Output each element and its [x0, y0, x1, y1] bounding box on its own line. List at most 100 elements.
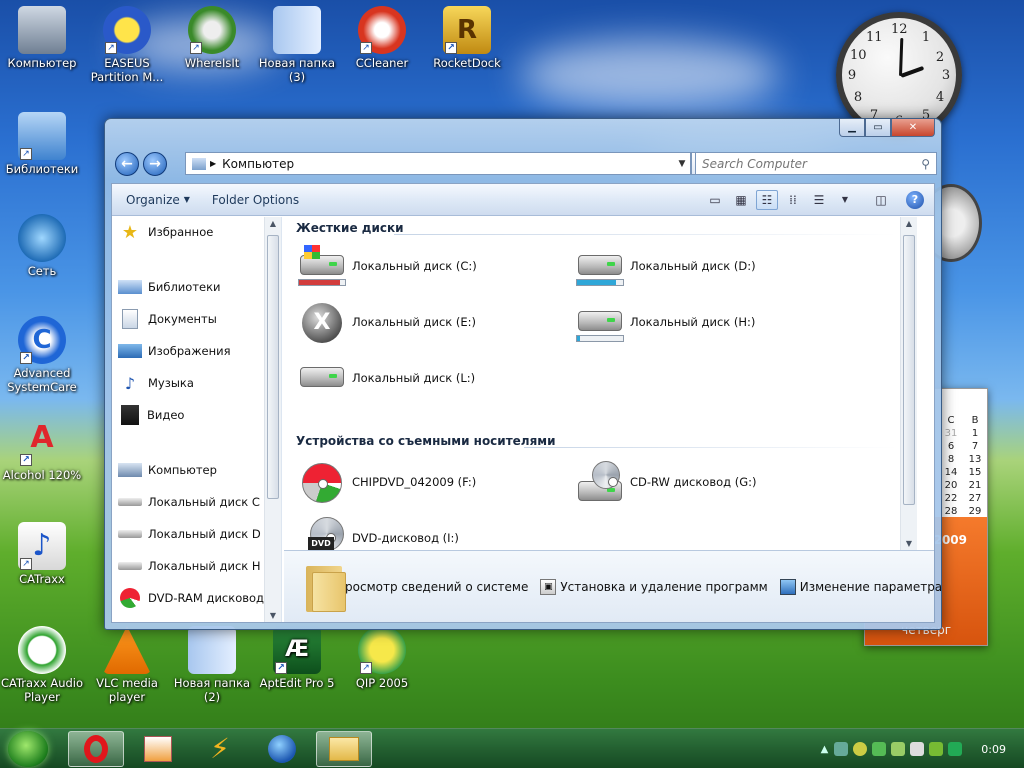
- taskbar-globe-button[interactable]: [254, 731, 310, 767]
- drive-c[interactable]: Локальный диск (C:): [298, 245, 477, 286]
- taskbar-clock[interactable]: 0:09: [981, 743, 1006, 756]
- drive-d[interactable]: Локальный диск (D:): [576, 245, 756, 286]
- start-button[interactable]: [8, 731, 48, 767]
- drive-icon: [298, 357, 346, 397]
- scroll-up-icon[interactable]: ▲: [265, 219, 281, 228]
- drive-icon: [118, 562, 142, 570]
- back-button[interactable]: ←: [115, 152, 139, 176]
- maximize-button[interactable]: ▭: [865, 119, 891, 137]
- desktop-icon-computer[interactable]: Компьютер: [0, 6, 84, 70]
- view-details-button[interactable]: ☰: [808, 190, 830, 210]
- command-bar: Organize ▼ Folder Options ▭ ▦ ☷ ⁞⁞ ☰ ▼ ◫ …: [112, 184, 934, 216]
- search-input[interactable]: [696, 156, 906, 171]
- nav-item-favorites[interactable]: ★ Избранное: [118, 221, 213, 243]
- nav-item-dvd-ram-f[interactable]: DVD-RAM дисковод F: [118, 587, 274, 609]
- nav-item-drive-d[interactable]: Локальный диск D: [118, 523, 261, 545]
- tray-app-icon[interactable]: [891, 742, 906, 756]
- nav-item-drive-h[interactable]: Локальный диск H: [118, 555, 261, 577]
- group-header-removable[interactable]: Устройства со съемными носителями: [296, 434, 556, 448]
- shortcut-arrow-icon: ↗: [360, 42, 372, 54]
- help-button[interactable]: ?: [906, 190, 924, 209]
- scroll-down-icon[interactable]: ▼: [901, 539, 917, 548]
- tray-app-icon[interactable]: [853, 742, 868, 756]
- tray-expand-icon[interactable]: ▲: [821, 744, 829, 755]
- taskbar-explorer-button[interactable]: [316, 731, 372, 767]
- drive-e[interactable]: X Локальный диск (E:): [298, 301, 476, 343]
- nav-scrollbar[interactable]: ▲ ▼: [264, 217, 281, 622]
- address-dropdown-icon[interactable]: ▼: [674, 159, 690, 169]
- desktop-icon-alcohol[interactable]: A ↗ Alcohol 120%: [0, 418, 84, 482]
- desktop-icon-network[interactable]: Сеть: [0, 214, 84, 278]
- content-scrollbar[interactable]: ▲ ▼: [900, 217, 917, 550]
- desktop-icon-rocketdock[interactable]: R ↗ RocketDock: [425, 6, 509, 70]
- nav-item-drive-c[interactable]: Локальный диск C: [118, 491, 260, 513]
- system-tray: ▲ 0:09: [821, 729, 1024, 768]
- nav-item-libraries[interactable]: Библиотеки: [118, 276, 221, 298]
- drive-f[interactable]: CHIPDVD_042009 (F:): [298, 461, 476, 503]
- drive-h-usage-bar: [576, 335, 624, 342]
- desktop-icon-easeus[interactable]: ↗ EASEUS Partition M...: [85, 6, 169, 84]
- chevron-down-icon: ▼: [183, 195, 190, 204]
- nav-item-pictures[interactable]: Изображения: [118, 340, 231, 362]
- content-scrollbar-thumb[interactable]: [903, 235, 915, 505]
- taskbar-opera-button[interactable]: [68, 731, 124, 767]
- search-box[interactable]: ⚲: [695, 152, 937, 175]
- desktop-icon-aptedit[interactable]: Æ ↗ AptEdit Pro 5: [255, 626, 339, 690]
- desktop-icon-vlc[interactable]: VLC media player: [85, 626, 169, 704]
- desktop-icon-qip[interactable]: ↗ QIP 2005: [340, 626, 424, 690]
- desktop-icon-libraries[interactable]: ↗ Библиотеки: [0, 112, 84, 176]
- tray-network-icon[interactable]: [834, 742, 849, 756]
- vlc-icon: [103, 626, 151, 674]
- desktop-icon-folder-2[interactable]: Новая папка (2): [170, 626, 254, 704]
- task-programs[interactable]: ▣ Установка и удаление программ: [540, 578, 768, 595]
- computer-icon: [18, 6, 66, 54]
- task-change-settings[interactable]: Изменение параметра: [779, 578, 942, 595]
- desktop-icon-folder-3[interactable]: Новая папка (3): [255, 6, 339, 84]
- nav-item-documents[interactable]: Документы: [118, 308, 217, 330]
- view-large-icons-button[interactable]: ▦: [730, 190, 752, 210]
- minimize-button[interactable]: ▁: [839, 119, 865, 137]
- folder-options-button[interactable]: Folder Options: [212, 193, 299, 207]
- view-dropdown-icon[interactable]: ▼: [834, 190, 856, 210]
- view-extra-large-icons-button[interactable]: ▭: [704, 190, 726, 210]
- tray-volume-icon[interactable]: [910, 742, 925, 756]
- desktop-icon-catraxx[interactable]: ♪ ↗ CATraxx: [0, 522, 84, 586]
- preview-pane-button[interactable]: ◫: [870, 190, 892, 210]
- search-icon[interactable]: ⚲: [921, 157, 930, 171]
- taskbar-paint-button[interactable]: [130, 731, 186, 767]
- organize-button[interactable]: Organize ▼: [126, 193, 190, 207]
- tray-app-icon[interactable]: [929, 742, 944, 756]
- drive-l[interactable]: Локальный диск (L:): [298, 357, 475, 397]
- forward-button[interactable]: →: [143, 152, 167, 176]
- tray-app-icon[interactable]: [948, 742, 963, 756]
- drive-h[interactable]: Локальный диск (H:): [576, 301, 755, 342]
- drive-icon: [118, 498, 142, 506]
- catraxx-icon: ♪ ↗: [18, 522, 66, 570]
- explorer-window[interactable]: ▁ ▭ ✕ ← → ▶ Компьютер ▼ ⟲ ⚲ Organize▼ Fo…: [104, 118, 942, 630]
- nav-scrollbar-thumb[interactable]: [267, 235, 279, 499]
- task-system-info[interactable]: ✓Просмотр сведений о системе: [316, 579, 528, 595]
- folder-icon: [188, 626, 236, 674]
- tray-app-icon[interactable]: [872, 742, 887, 756]
- alcohol-icon: A ↗: [18, 418, 66, 466]
- desktop-icon-whereisit[interactable]: ↗ WhereIsIt: [170, 6, 254, 70]
- nav-item-music[interactable]: ♪ Музыка: [118, 372, 194, 394]
- view-list-button[interactable]: ⁞⁞: [782, 190, 804, 210]
- desktop-icon-ccleaner[interactable]: ↗ CCleaner: [340, 6, 424, 70]
- folder-icon: [273, 6, 321, 54]
- scroll-down-icon[interactable]: ▼: [265, 611, 281, 620]
- breadcrumb-computer[interactable]: Компьютер: [222, 157, 294, 171]
- view-tiles-button[interactable]: ☷: [756, 189, 778, 210]
- drive-g[interactable]: CD-RW дисковод (G:): [576, 461, 757, 501]
- nav-item-video[interactable]: Видео: [118, 404, 184, 426]
- close-button[interactable]: ✕: [891, 119, 935, 137]
- cd-rw-icon: [576, 461, 624, 501]
- desktop-icon-advanced-systemcare[interactable]: C ↗ Advanced SystemCare: [0, 316, 84, 394]
- desktop-icon-catraxx-player[interactable]: CATraxx Audio Player: [0, 626, 84, 704]
- group-header-hard-disks[interactable]: Жесткие диски: [296, 221, 404, 235]
- taskbar-winamp-button[interactable]: ⚡: [192, 731, 248, 767]
- scroll-up-icon[interactable]: ▲: [901, 219, 917, 228]
- address-bar[interactable]: ▶ Компьютер ▼: [185, 152, 691, 175]
- nav-item-computer[interactable]: Компьютер: [118, 459, 217, 481]
- advanced-systemcare-icon: C ↗: [18, 316, 66, 364]
